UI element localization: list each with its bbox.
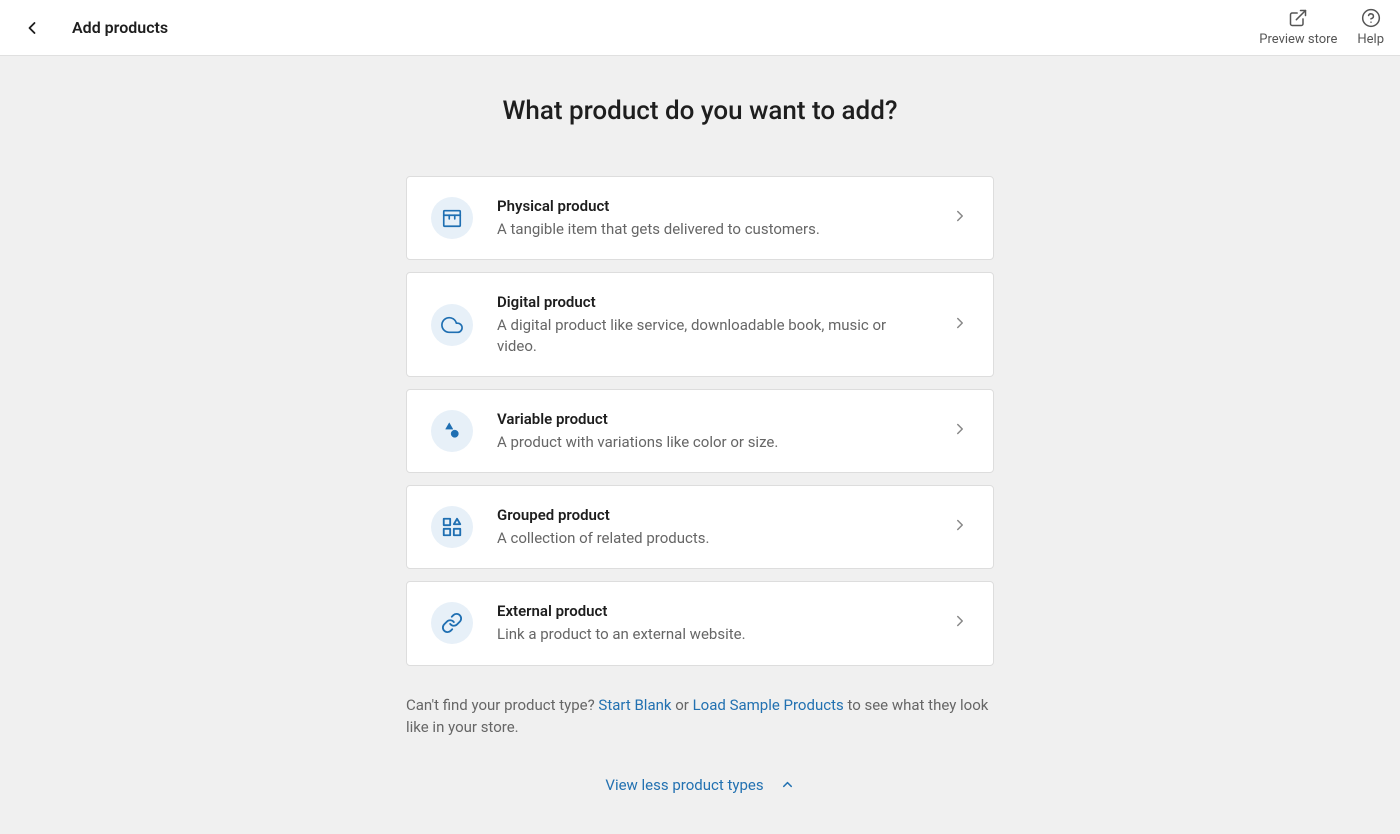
card-desc: A collection of related products.: [497, 528, 927, 548]
header-left: Add products: [16, 12, 168, 44]
card-desc: Link a product to an external website.: [497, 624, 927, 644]
card-title: Physical product: [497, 197, 927, 215]
product-card-digital[interactable]: Digital product A digital product like s…: [406, 272, 994, 377]
cloud-icon: [431, 304, 473, 346]
grid-icon: [431, 506, 473, 548]
chevron-up-icon: [780, 777, 795, 792]
help-icon: [1361, 8, 1381, 28]
card-desc: A tangible item that gets delivered to c…: [497, 219, 927, 239]
card-title: Grouped product: [497, 506, 927, 524]
header: Add products Preview store Help: [0, 0, 1400, 56]
product-card-grouped[interactable]: Grouped product A collection of related …: [406, 485, 994, 569]
card-text: Digital product A digital product like s…: [497, 293, 927, 356]
header-right: Preview store Help: [1259, 8, 1384, 47]
card-text: Physical product A tangible item that ge…: [497, 197, 927, 239]
chevron-right-icon: [951, 420, 969, 442]
chevron-left-icon: [22, 18, 42, 38]
back-button[interactable]: [16, 12, 48, 44]
link-icon: [431, 602, 473, 644]
card-title: Digital product: [497, 293, 927, 311]
card-title: External product: [497, 602, 927, 620]
main-heading: What product do you want to add?: [406, 96, 994, 126]
card-desc: A product with variations like color or …: [497, 432, 927, 452]
chevron-right-icon: [951, 314, 969, 336]
preview-store-button[interactable]: Preview store: [1259, 8, 1337, 47]
product-card-variable[interactable]: Variable product A product with variatio…: [406, 389, 994, 473]
chevron-right-icon: [951, 612, 969, 634]
box-icon: [431, 197, 473, 239]
view-toggle: View less product types: [406, 775, 994, 794]
footer-mid: or: [672, 696, 693, 714]
card-text: Variable product A product with variatio…: [497, 410, 927, 452]
footer-prefix: Can't find your product type?: [406, 696, 598, 714]
product-card-external[interactable]: External product Link a product to an ex…: [406, 581, 994, 665]
view-less-label: View less product types: [605, 776, 763, 794]
card-text: External product Link a product to an ex…: [497, 602, 927, 644]
view-less-toggle[interactable]: View less product types: [605, 776, 794, 794]
external-link-icon: [1288, 8, 1308, 28]
card-title: Variable product: [497, 410, 927, 428]
chevron-right-icon: [951, 207, 969, 229]
start-blank-link[interactable]: Start Blank: [598, 696, 671, 714]
card-text: Grouped product A collection of related …: [497, 506, 927, 548]
main-content: What product do you want to add? Physica…: [390, 56, 1010, 834]
page-title: Add products: [72, 18, 168, 37]
help-button[interactable]: Help: [1357, 8, 1384, 47]
footer-text: Can't find your product type? Start Blan…: [406, 694, 994, 739]
preview-store-label: Preview store: [1259, 32, 1337, 47]
load-sample-link[interactable]: Load Sample Products: [693, 696, 844, 714]
chevron-right-icon: [951, 516, 969, 538]
help-label: Help: [1357, 32, 1384, 47]
product-card-physical[interactable]: Physical product A tangible item that ge…: [406, 176, 994, 260]
card-desc: A digital product like service, download…: [497, 315, 927, 356]
shapes-icon: [431, 410, 473, 452]
